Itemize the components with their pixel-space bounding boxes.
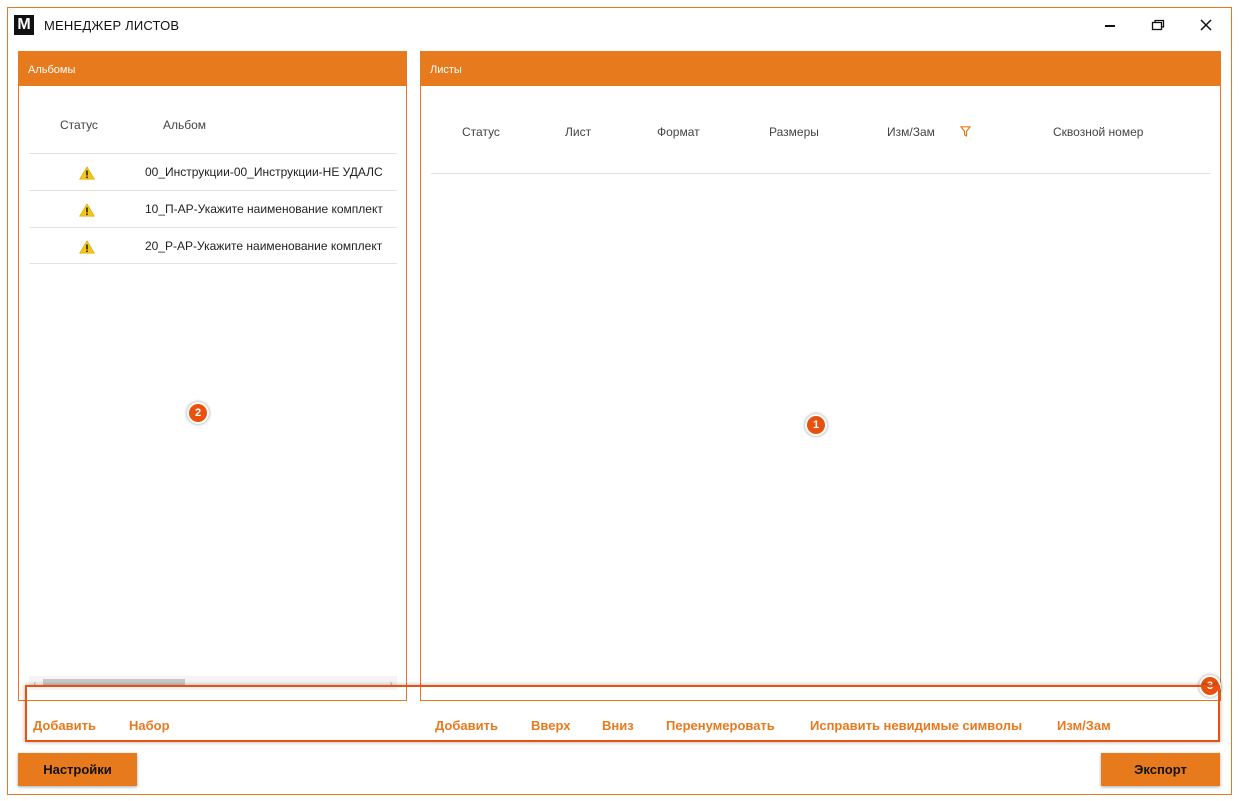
sheet-add-link[interactable]: Добавить: [435, 718, 498, 733]
sheets-column-rev[interactable]: Изм/Зам: [887, 125, 935, 139]
warning-icon: [79, 240, 95, 254]
albums-column-status[interactable]: Статус: [60, 118, 98, 132]
close-button[interactable]: [1194, 14, 1218, 36]
sheets-panel: Листы Статус Лист Формат Размеры Изм/Зам…: [420, 51, 1221, 701]
sheet-manager-window: M МЕНЕДЖЕР ЛИСТОВ Альбомы Статус Альбом …: [7, 7, 1232, 795]
album-row[interactable]: 20_Р-АР-Укажите наименование комплект: [29, 227, 397, 264]
albums-panel: Альбомы Статус Альбом 00_Инструкции-00_И…: [18, 51, 407, 701]
maximize-button[interactable]: [1146, 14, 1170, 36]
settings-button[interactable]: Настройки: [18, 753, 137, 786]
sheets-column-through-number[interactable]: Сквозной номер: [1053, 125, 1143, 139]
sheet-down-link[interactable]: Вниз: [602, 718, 634, 733]
actions-highlight-frame: [25, 685, 1220, 742]
album-add-link[interactable]: Добавить: [33, 718, 96, 733]
albums-column-album[interactable]: Альбом: [163, 118, 206, 132]
sheets-column-status[interactable]: Статус: [462, 125, 500, 139]
sheets-header-divider: [431, 173, 1211, 174]
album-row[interactable]: 00_Инструкции-00_Инструкции-НЕ УДАЛС: [29, 153, 397, 190]
restore-icon: [1151, 19, 1165, 31]
callout-marker-1: 1: [805, 414, 827, 436]
sheets-column-sizes[interactable]: Размеры: [769, 125, 819, 139]
export-button[interactable]: Экспорт: [1101, 753, 1220, 786]
renumber-link[interactable]: Перенумеровать: [666, 718, 775, 733]
minimize-icon: [1105, 25, 1115, 27]
album-name: 10_П-АР-Укажите наименование комплект: [145, 202, 383, 216]
album-name: 00_Инструкции-00_Инструкции-НЕ УДАЛС: [145, 165, 383, 179]
minimize-button[interactable]: [1098, 14, 1122, 36]
filter-icon[interactable]: [960, 126, 971, 137]
sheets-panel-header: Листы: [421, 52, 1220, 86]
album-row[interactable]: 10_П-АР-Укажите наименование комплект: [29, 190, 397, 227]
album-name: 20_Р-АР-Укажите наименование комплект: [145, 239, 383, 253]
sheet-up-link[interactable]: Вверх: [531, 718, 570, 733]
revision-link[interactable]: Изм/Зам: [1057, 718, 1111, 733]
fix-invisible-symbols-link[interactable]: Исправить невидимые символы: [810, 718, 1022, 733]
close-icon: [1200, 19, 1212, 31]
sheets-column-sheet[interactable]: Лист: [565, 125, 591, 139]
warning-icon: [79, 203, 95, 217]
window-title: МЕНЕДЖЕР ЛИСТОВ: [44, 18, 180, 33]
warning-icon: [79, 166, 95, 180]
callout-marker-2: 2: [187, 402, 209, 424]
row-divider: [29, 263, 397, 264]
albums-panel-header: Альбомы: [19, 52, 406, 86]
title-bar: M МЕНЕДЖЕР ЛИСТОВ: [8, 8, 1231, 42]
app-logo-icon: M: [14, 15, 34, 35]
album-set-link[interactable]: Набор: [129, 718, 170, 733]
sheets-column-format[interactable]: Формат: [657, 125, 700, 139]
